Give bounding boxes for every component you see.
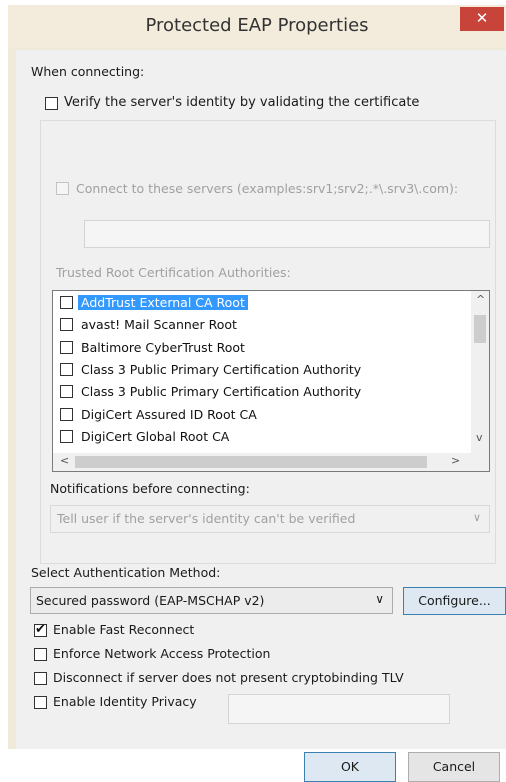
fast-reconnect-checkbox[interactable] (34, 622, 47, 637)
notifications-select-value: Tell user if the server's identity can't… (57, 511, 356, 526)
list-item-label: AddTrust External CA Root (78, 295, 248, 310)
verify-identity-checkbox[interactable] (45, 97, 58, 110)
horizontal-scrollbar[interactable]: < > (53, 453, 489, 471)
notifications-select[interactable]: Tell user if the server's identity can't… (50, 505, 490, 533)
trusted-root-label: Trusted Root Certification Authorities: (56, 265, 291, 280)
verify-identity-label: Verify the server's identity by validati… (64, 95, 420, 110)
dialog-window: Protected EAP Properties ✕ When connecti… (8, 5, 506, 782)
dialog-client-area: When connecting: Verify the server's ide… (16, 50, 506, 782)
cancel-button[interactable]: Cancel (408, 752, 500, 782)
list-item[interactable]: DigiCert Global Root CA (53, 427, 463, 448)
window-title: Protected EAP Properties (145, 15, 369, 36)
close-icon: ✕ (475, 9, 489, 27)
auth-method-label: Select Authentication Method: (31, 565, 221, 580)
connect-servers-checkbox[interactable] (56, 182, 69, 195)
list-item-checkbox[interactable] (60, 429, 73, 443)
auth-method-select[interactable]: Secured password (EAP-MSCHAP v2) ∨ (30, 587, 393, 614)
chevron-down-icon: ∨ (375, 592, 384, 606)
vertical-scrollbar[interactable]: ^ v (471, 291, 489, 453)
identity-privacy-checkbox[interactable] (34, 696, 47, 709)
list-item[interactable]: Baltimore CyberTrust Root (53, 338, 463, 359)
cryptobinding-checkbox[interactable] (34, 672, 47, 685)
list-item-label: avast! Mail Scanner Root (81, 317, 237, 333)
list-item-label: DigiCert Assured ID Root CA (81, 406, 257, 422)
list-item-label: Baltimore CyberTrust Root (81, 339, 245, 355)
list-item-checkbox[interactable] (60, 362, 73, 376)
list-item[interactable]: DigiCert Assured ID Root CA (53, 405, 463, 426)
list-item[interactable]: AddTrust External CA Root (53, 293, 463, 314)
identity-privacy-label: Enable Identity Privacy (53, 694, 197, 709)
list-item-checkbox[interactable] (60, 385, 73, 399)
list-item-label: Class 3 Public Primary Certification Aut… (81, 384, 362, 400)
title-bar[interactable]: Protected EAP Properties ✕ (8, 5, 506, 48)
list-item[interactable]: Class 3 Public Primary Certification Aut… (53, 360, 463, 381)
trusted-root-list[interactable]: AddTrust External CA Root avast! Mail Sca… (52, 290, 490, 472)
nap-checkbox[interactable] (34, 648, 47, 661)
list-item-checkbox[interactable] (60, 407, 73, 421)
list-item[interactable]: Class 3 Public Primary Certification Aut… (53, 382, 463, 403)
configure-button[interactable]: Configure... (403, 587, 506, 615)
notifications-label: Notifications before connecting: (50, 481, 250, 496)
fast-reconnect-label: Enable Fast Reconnect (53, 622, 195, 637)
verify-identity-row[interactable]: Verify the server's identity by validati… (43, 95, 419, 113)
list-item-label: DigiCert Global Root CA (81, 428, 230, 444)
list-item[interactable]: avast! Mail Scanner Root (53, 315, 463, 336)
scroll-down-icon[interactable]: v (476, 431, 483, 444)
list-item-label: Class 3 Public Primary Certification Aut… (81, 361, 362, 377)
servers-input[interactable] (84, 220, 490, 248)
auth-method-select-value: Secured password (EAP-MSCHAP v2) (36, 593, 265, 608)
list-item-checkbox[interactable] (60, 296, 73, 309)
identity-privacy-input[interactable] (228, 694, 450, 724)
cryptobinding-label: Disconnect if server does not present cr… (53, 670, 404, 685)
list-item-checkbox[interactable] (60, 340, 73, 354)
nap-label: Enforce Network Access Protection (53, 646, 271, 661)
ok-button[interactable]: OK (304, 752, 396, 782)
horizontal-scroll-thumb[interactable] (75, 456, 427, 468)
scroll-left-icon[interactable]: < (60, 454, 69, 467)
connect-servers-label: Connect to these servers (examples:srv1;… (76, 181, 459, 196)
scroll-up-icon[interactable]: ^ (476, 293, 485, 306)
list-item-checkbox[interactable] (60, 318, 73, 332)
scroll-right-icon[interactable]: > (451, 454, 460, 467)
chevron-down-icon: ∨ (472, 511, 481, 524)
when-connecting-label: When connecting: (31, 64, 145, 79)
close-button[interactable]: ✕ (460, 7, 504, 31)
vertical-scroll-thumb[interactable] (474, 315, 486, 343)
